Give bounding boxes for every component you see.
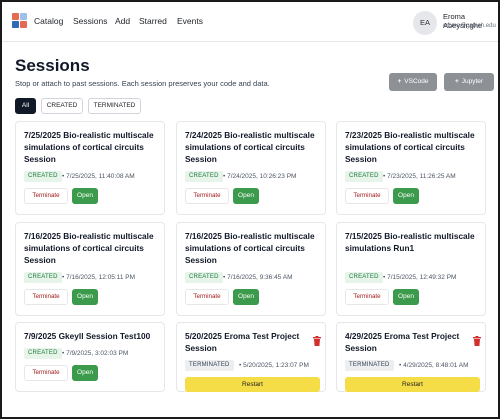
terminate-button[interactable]: Terminate <box>185 289 229 305</box>
session-card: 7/24/2025 Bio-realistic multiscale simul… <box>176 121 326 215</box>
session-title: 7/24/2025 Bio-realistic multiscale simul… <box>185 130 315 164</box>
session-card: 7/15/2025 Bio-realistic multiscale simul… <box>336 222 486 316</box>
trash-icon[interactable] <box>473 333 481 346</box>
nav-link-events[interactable]: Events <box>177 16 203 26</box>
new-vscode-button[interactable]: + VSCode <box>389 73 437 91</box>
session-card: 7/23/2025 Bio-realistic multiscale simul… <box>336 121 486 215</box>
terminate-button[interactable]: Terminate <box>185 188 229 204</box>
session-title: 7/16/2025 Bio-realistic multiscale simul… <box>24 231 154 265</box>
logo-square <box>12 13 19 20</box>
jupyter-label: Jupyter <box>461 78 484 85</box>
status-badge: TERMINATED <box>345 360 394 371</box>
session-timestamp: • 4/29/2025, 8:48:01 AM <box>399 362 469 369</box>
logo-square <box>12 21 19 28</box>
nav-link-catalog[interactable]: Catalog <box>34 16 63 26</box>
session-card: 4/29/2025 Eroma Test Project Session TERM… <box>336 322 486 392</box>
session-timestamp: • 7/15/2025, 12:49:32 PM <box>383 274 457 281</box>
status-badge: CREATED <box>345 272 383 283</box>
session-title: 5/20/2025 Eroma Test Project Session <box>185 331 300 353</box>
open-button[interactable]: Open <box>233 289 259 305</box>
session-card: 7/16/2025 Bio-realistic multiscale simul… <box>15 222 165 316</box>
vscode-label: VSCode <box>404 78 429 85</box>
user-email: eroma@gatech.edu <box>443 23 496 29</box>
page-title: Sessions <box>15 56 90 75</box>
session-timestamp: • 7/25/2025, 11:40:08 AM <box>62 173 135 180</box>
status-badge: CREATED <box>24 348 62 359</box>
avatar[interactable]: EA <box>413 11 437 35</box>
top-nav: Catalog Sessions Add Starred Events EA E… <box>2 2 498 42</box>
session-timestamp: • 7/9/2025, 3:02:03 PM <box>62 350 129 357</box>
plus-icon: + <box>454 78 459 85</box>
session-card: 7/16/2025 Bio-realistic multiscale simul… <box>176 222 326 316</box>
open-button[interactable]: Open <box>72 365 98 381</box>
open-button[interactable]: Open <box>393 289 419 305</box>
session-timestamp: • 7/24/2025, 10:26:23 PM <box>223 173 297 180</box>
app-window: Catalog Sessions Add Starred Events EA E… <box>0 0 500 419</box>
status-badge: CREATED <box>24 272 62 283</box>
session-timestamp: • 7/16/2025, 12:05:11 PM <box>62 274 135 281</box>
session-card: 7/25/2025 Bio-realistic multiscale simul… <box>15 121 165 215</box>
plus-icon: + <box>397 78 402 85</box>
session-card: 5/20/2025 Eroma Test Project Session TERM… <box>176 322 326 392</box>
trash-icon[interactable] <box>313 333 321 346</box>
tab-created[interactable]: CREATED <box>41 98 83 114</box>
open-button[interactable]: Open <box>393 188 419 204</box>
nav-link-starred[interactable]: Starred <box>139 16 167 26</box>
nav-link-sessions[interactable]: Sessions <box>73 16 108 26</box>
tab-all[interactable]: All <box>15 98 36 114</box>
logo-square <box>20 21 27 28</box>
session-title: 7/23/2025 Bio-realistic multiscale simul… <box>345 130 475 164</box>
open-button[interactable]: Open <box>233 188 259 204</box>
terminate-button[interactable]: Terminate <box>345 188 389 204</box>
terminate-button[interactable]: Terminate <box>24 188 68 204</box>
status-badge: CREATED <box>185 272 223 283</box>
restart-button[interactable]: Restart <box>185 377 320 392</box>
status-badge: CREATED <box>185 171 223 182</box>
session-title: 7/25/2025 Bio-realistic multiscale simul… <box>24 130 154 164</box>
terminate-button[interactable]: Terminate <box>345 289 389 305</box>
session-title: 7/16/2025 Bio-realistic multiscale simul… <box>185 231 315 265</box>
tab-terminated[interactable]: TERMINATED <box>88 98 141 114</box>
restart-button[interactable]: Restart <box>345 377 480 392</box>
session-timestamp: • 7/23/2025, 11:26:25 AM <box>383 173 456 180</box>
open-button[interactable]: Open <box>72 188 98 204</box>
session-timestamp: • 5/20/2025, 1:23:07 PM <box>239 362 309 369</box>
status-badge: TERMINATED <box>185 360 234 371</box>
app-logo-icon[interactable] <box>12 13 28 29</box>
status-badge: CREATED <box>24 171 62 182</box>
session-title: 7/9/2025 Gkeyll Session Test100 <box>24 331 151 341</box>
status-badge: CREATED <box>345 171 383 182</box>
terminate-button[interactable]: Terminate <box>24 289 68 305</box>
open-button[interactable]: Open <box>72 289 98 305</box>
session-timestamp: • 7/16/2025, 9:36:45 AM <box>223 274 293 281</box>
session-title: 4/29/2025 Eroma Test Project Session <box>345 331 460 353</box>
session-card: 7/9/2025 Gkeyll Session Test100 CREATED • … <box>15 322 165 392</box>
logo-square <box>20 13 27 20</box>
page-subtitle: Stop or attach to past sessions. Each se… <box>15 79 270 88</box>
terminate-button[interactable]: Terminate <box>24 365 68 381</box>
nav-link-add[interactable]: Add <box>115 16 130 26</box>
session-title: 7/15/2025 Bio-realistic multiscale simul… <box>345 231 475 253</box>
new-jupyter-button[interactable]: + Jupyter <box>444 73 494 91</box>
